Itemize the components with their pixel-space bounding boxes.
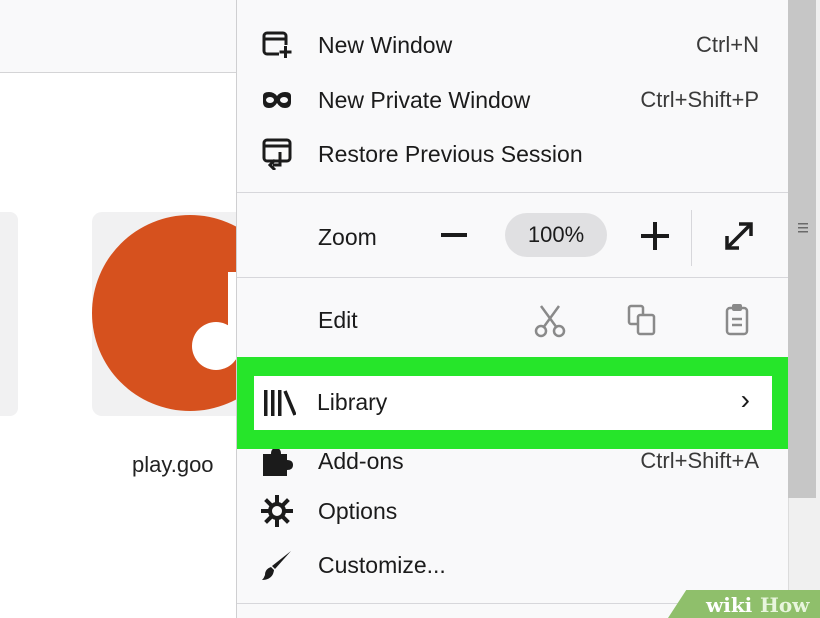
minus-icon — [441, 233, 467, 237]
top-site-tile-partial[interactable] — [0, 212, 18, 416]
chevron-right-icon: › — [740, 384, 750, 415]
plus-icon — [641, 222, 669, 250]
menu-item-shortcut: Ctrl+N — [696, 32, 759, 57]
zoom-separator — [691, 210, 692, 266]
paste-icon[interactable] — [721, 302, 755, 338]
menu-item-new-window[interactable]: New Window Ctrl+N — [237, 20, 789, 70]
browser-toolbar — [0, 0, 240, 73]
library-icon — [264, 390, 296, 416]
grip-icon — [798, 223, 808, 233]
restore-session-icon — [261, 138, 293, 170]
watermark-how: How — [760, 593, 810, 617]
menu-item-label: Add-ons — [318, 447, 404, 474]
menu-item-label: Library — [317, 389, 388, 415]
menu-item-label: Options — [318, 497, 398, 524]
menu-item-new-private-window[interactable]: New Private Window Ctrl+Shift+P — [237, 75, 789, 125]
menu-item-library[interactable]: Library › — [254, 376, 772, 430]
top-site-label: play.goo — [132, 452, 214, 477]
menu-item-label: New Private Window — [318, 86, 531, 113]
puzzle-icon — [261, 445, 293, 477]
gear-icon — [261, 495, 293, 527]
menu-item-customize[interactable]: Customize... — [237, 540, 789, 590]
zoom-in-button[interactable] — [635, 216, 675, 256]
copy-icon[interactable] — [625, 302, 659, 338]
menu-divider — [237, 192, 789, 193]
menu-item-shortcut: Ctrl+Shift+A — [640, 448, 759, 473]
paintbrush-icon — [261, 549, 293, 581]
watermark-wiki: wiki — [706, 593, 753, 617]
menu-item-restore-session[interactable]: Restore Previous Session — [237, 129, 789, 179]
menu-item-shortcut: Ctrl+Shift+P — [640, 87, 759, 112]
zoom-label: Zoom — [318, 223, 377, 250]
zoom-reset-button[interactable]: 100% — [505, 213, 607, 257]
top-site-tile[interactable] — [92, 212, 252, 416]
menu-row-edit: Edit — [237, 295, 789, 345]
menu-item-label: New Window — [318, 31, 453, 58]
zoom-out-button[interactable] — [437, 216, 471, 256]
cut-icon[interactable] — [533, 302, 567, 338]
scrollbar-thumb[interactable] — [788, 0, 816, 498]
menu-item-label: Customize... — [318, 551, 446, 578]
edit-label: Edit — [318, 306, 358, 333]
menu-item-label: Restore Previous Session — [318, 140, 583, 167]
new-window-icon — [261, 29, 293, 61]
fullscreen-icon[interactable] — [721, 218, 757, 254]
menu-item-options[interactable]: Options — [237, 486, 789, 536]
menu-divider — [237, 277, 789, 278]
private-mask-icon — [261, 84, 293, 116]
site-logo — [92, 215, 252, 411]
app-menu-panel: New Window Ctrl+N New Private Window Ctr… — [236, 0, 789, 618]
